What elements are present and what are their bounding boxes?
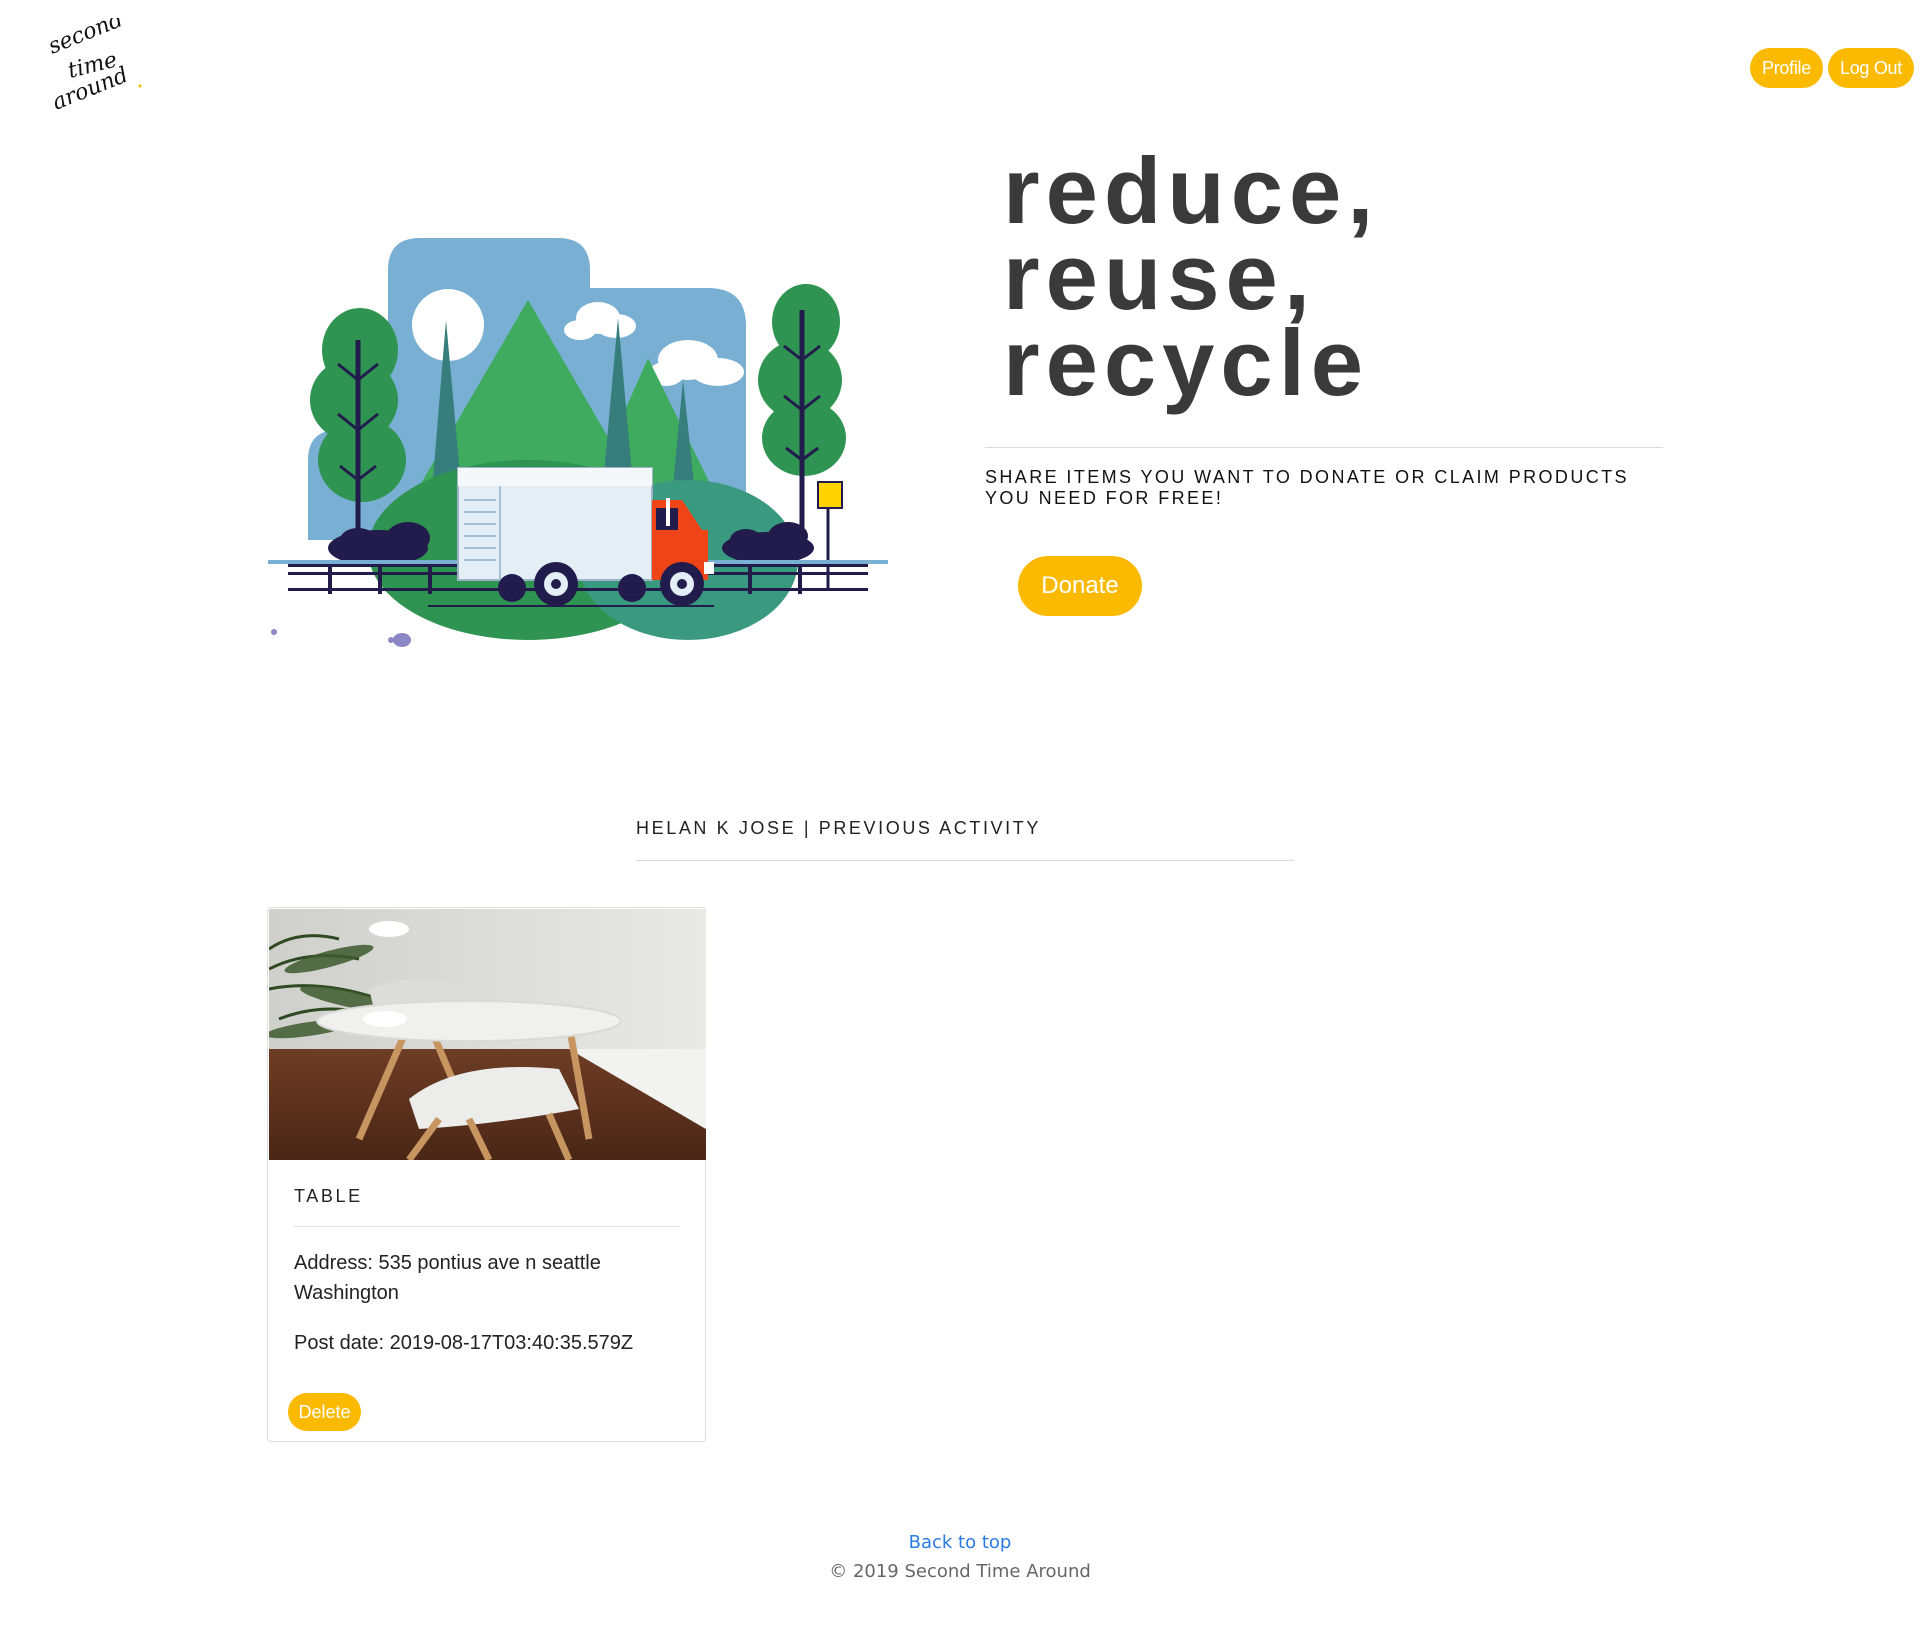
copyright: © 2019 Second Time Around [829, 1561, 1091, 1582]
activity-divider [636, 860, 1294, 861]
hero-title-line: reuse, [1003, 224, 1316, 329]
hero-subtitle: SHARE ITEMS YOU WANT TO DONATE OR CLAIM … [985, 467, 1629, 508]
back-to-top-link[interactable]: Back to top [0, 1532, 1920, 1553]
hero-title: reduce, reuse, recycle [1003, 138, 1380, 415]
delete-button[interactable]: Delete [288, 1393, 361, 1431]
donate-button[interactable]: Donate [1018, 556, 1142, 616]
activity-heading: HELAN K JOSE | PREVIOUS ACTIVITY [636, 818, 1041, 838]
activity-card: TABLE Address: 535 pontius ave n seattle… [267, 907, 706, 1442]
item-photo [269, 909, 706, 1160]
profile-button[interactable]: Profile [1750, 48, 1823, 88]
item-title: TABLE [294, 1186, 363, 1206]
item-post-date: Post date: 2019-08-17T03:40:35.579Z [294, 1332, 634, 1354]
truck-landscape-illustration [268, 238, 888, 647]
site-logo[interactable]: second time around [48, 18, 148, 118]
hero-divider [985, 447, 1663, 448]
logout-button[interactable]: Log Out [1828, 48, 1914, 88]
hero-title-line: recycle [1003, 310, 1370, 415]
hero-title-line: reduce, [1003, 138, 1380, 243]
item-address: Address: 535 pontius ave n seattle Washi… [294, 1252, 601, 1304]
card-divider [294, 1226, 680, 1227]
